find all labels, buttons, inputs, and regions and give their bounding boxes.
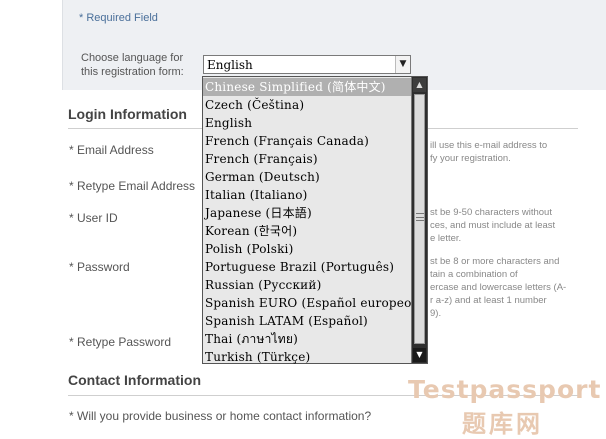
contact-section-title: Contact Information (68, 372, 201, 388)
grip-icon (416, 213, 424, 221)
password-hint-line: 9). (430, 308, 442, 319)
password-hint-line: ercase and lowercase letters (A- (430, 282, 567, 293)
password-hint-line: r a-z) and at least 1 number (430, 295, 547, 306)
user-id-label: * User ID (69, 211, 118, 225)
language-label-line1: Choose language for (81, 52, 184, 64)
scroll-down-icon[interactable]: ▼ (413, 348, 426, 362)
language-option[interactable]: Japanese (日本語) (203, 204, 411, 222)
language-select-value: English (207, 58, 253, 72)
user-id-hint: st be 9-50 characters without ces, and m… (430, 206, 555, 245)
password-hint: st be 8 or more characters and tain a co… (430, 255, 566, 320)
language-option[interactable]: Portuguese Brazil (Português) (203, 258, 411, 276)
contact-question: * Will you provide business or home cont… (69, 409, 372, 423)
dropdown-scrollbar[interactable]: ▲ ▼ (411, 77, 427, 363)
chevron-down-icon[interactable]: ▼ (395, 56, 410, 73)
email-hint-line: fy your registration. (430, 153, 511, 164)
language-option[interactable]: Korean (한국어) (203, 222, 411, 240)
required-field-note: * Required Field (79, 12, 158, 24)
language-option[interactable]: Italian (Italiano) (203, 186, 411, 204)
language-option[interactable]: Spanish EURO (Español europeo) (203, 294, 411, 312)
password-hint-line: st be 8 or more characters and (430, 256, 560, 267)
email-hint: ill use this e-mail address to fy your r… (430, 139, 547, 165)
language-option[interactable]: Czech (Čeština) (203, 96, 411, 114)
language-option[interactable]: Thai (ภาษาไทย) (203, 330, 411, 348)
language-dropdown-list[interactable]: Chinese Simplified (简体中文) Czech (Čeština… (202, 76, 428, 364)
user-id-hint-line: e letter. (430, 233, 462, 244)
language-option[interactable]: Polish (Polski) (203, 240, 411, 258)
language-option[interactable]: German (Deutsch) (203, 168, 411, 186)
language-option[interactable]: Chinese Simplified (简体中文) (203, 78, 411, 96)
language-option[interactable]: French (Français) (203, 150, 411, 168)
language-option[interactable]: French (Français Canada) (203, 132, 411, 150)
scrollbar-thumb[interactable] (414, 94, 425, 344)
language-option[interactable]: English (203, 114, 411, 132)
language-option[interactable]: Spanish LATAM (Español) (203, 312, 411, 330)
retype-password-label: * Retype Password (69, 335, 172, 349)
login-section-title: Login Information (68, 106, 187, 122)
email-label: * Email Address (69, 143, 154, 157)
language-label: Choose language for this registration fo… (81, 51, 201, 79)
language-label-line2: this registration form: (81, 66, 184, 78)
retype-email-label: * Retype Email Address (69, 179, 196, 193)
language-option[interactable]: Russian (Русский) (203, 276, 411, 294)
watermark-logo-text: Testpassport (408, 375, 602, 404)
language-option[interactable]: Turkish (Türkçe) (203, 348, 411, 366)
watermark-logo-subtext: 题库网 (462, 410, 543, 438)
scroll-up-icon[interactable]: ▲ (413, 78, 426, 92)
password-label: * Password (69, 260, 130, 274)
user-id-hint-line: st be 9-50 characters without (430, 207, 552, 218)
email-hint-line: ill use this e-mail address to (430, 140, 548, 151)
password-hint-line: tain a combination of (430, 269, 518, 280)
user-id-hint-line: ces, and must include at least (430, 220, 556, 231)
language-select[interactable]: English ▼ (203, 55, 411, 74)
